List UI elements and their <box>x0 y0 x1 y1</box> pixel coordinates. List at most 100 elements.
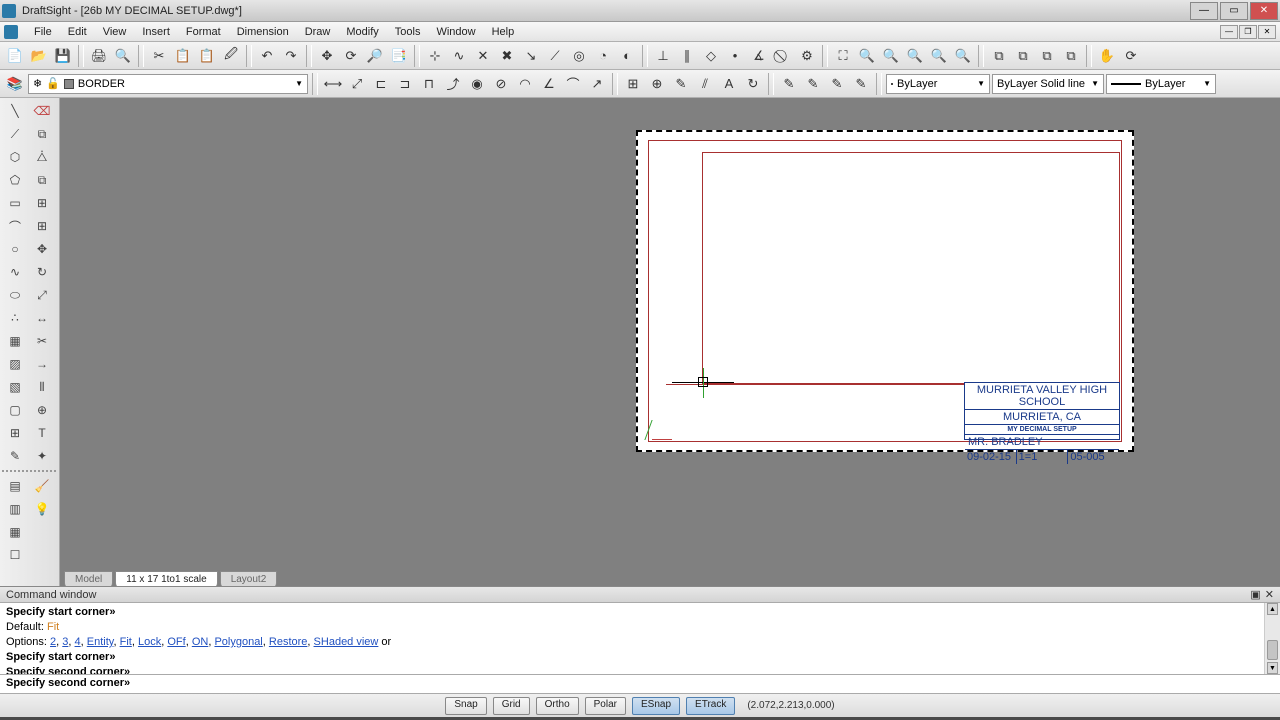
cmd-option[interactable]: Entity <box>87 636 114 648</box>
snap-none-icon[interactable]: ⃠ <box>772 45 794 67</box>
snap-intersect-icon[interactable]: ✕ <box>472 45 494 67</box>
dim-style2-icon[interactable]: ✎ <box>802 73 824 95</box>
offset-icon[interactable]: ⧉ <box>29 169 55 191</box>
dim-textedit-icon[interactable]: A <box>718 73 740 95</box>
menu-file[interactable]: File <box>26 24 60 40</box>
cmd-close-icon[interactable]: ✕ <box>1265 588 1274 601</box>
array-icon[interactable]: ⊞ <box>29 215 55 237</box>
block-icon[interactable]: ▦ <box>2 330 28 352</box>
extend-icon[interactable]: → <box>29 353 55 375</box>
dim-baseline-icon[interactable]: ⊐ <box>394 73 416 95</box>
rebuild-icon[interactable]: ⟳ <box>340 45 362 67</box>
snap-quadrant-icon[interactable]: ◔ <box>592 45 614 67</box>
dim-radius-icon[interactable]: ◉ <box>466 73 488 95</box>
redo-icon[interactable]: ↷ <box>280 45 302 67</box>
snap-perpendicular-icon[interactable]: ⊥ <box>652 45 674 67</box>
menu-insert[interactable]: Insert <box>134 24 178 40</box>
cmd-option[interactable]: 3 <box>62 636 68 648</box>
minimize-button[interactable]: — <box>1190 2 1218 20</box>
dim-aligned-icon[interactable]: ⤢ <box>346 73 368 95</box>
snap-insert-icon[interactable]: ◇ <box>700 45 722 67</box>
polyline-icon[interactable]: ⬡ <box>2 146 28 168</box>
layer-dropdown[interactable]: ❄ 🔓 BORDER ▼ <box>28 74 308 94</box>
app-menu-icon[interactable] <box>4 25 18 39</box>
zoom-out-icon[interactable]: 🔍 <box>952 45 974 67</box>
line-icon[interactable]: ╲ <box>2 100 28 122</box>
status-toggle-etrack[interactable]: ETrack <box>686 697 735 715</box>
cmd-option[interactable]: Lock <box>138 636 161 648</box>
tab-layout1[interactable]: 11 x 17 1to1 scale <box>115 571 217 586</box>
undo-icon[interactable]: ↶ <box>256 45 278 67</box>
move-icon[interactable]: ✥ <box>29 238 55 260</box>
cmd-option[interactable]: OFf <box>167 636 185 648</box>
open-icon[interactable]: 📂 <box>28 45 50 67</box>
save-icon[interactable]: 💾 <box>52 45 74 67</box>
split-icon[interactable]: ⦀ <box>29 376 55 398</box>
cmd-option[interactable]: Restore <box>269 636 308 648</box>
dim-leader-icon[interactable]: ↗ <box>586 73 608 95</box>
command-history[interactable]: Specify start corner» Default: Fit Optio… <box>0 603 1280 675</box>
status-toggle-polar[interactable]: Polar <box>585 697 626 715</box>
zoom-icon[interactable]: 🔎 <box>364 45 386 67</box>
cmd-option[interactable]: Polygonal <box>214 636 262 648</box>
zoom-selected-icon[interactable]: 🔍 <box>880 45 902 67</box>
infiniteline-icon[interactable]: ⟋ <box>2 123 28 145</box>
hatch-icon[interactable]: ▨ <box>2 353 28 375</box>
cut-icon[interactable]: ✂ <box>148 45 170 67</box>
snap-from-icon[interactable]: ∡ <box>748 45 770 67</box>
color-dropdown[interactable]: ByLayer ▼ <box>886 74 990 94</box>
menu-format[interactable]: Format <box>178 24 229 40</box>
dim-style4-icon[interactable]: ✎ <box>850 73 872 95</box>
snap-extension-icon[interactable]: ↘ <box>520 45 542 67</box>
linetype-dropdown[interactable]: ByLayer Solid line ▼ <box>992 74 1104 94</box>
gradient-icon[interactable]: ▧ <box>2 376 28 398</box>
close-button[interactable]: ✕ <box>1250 2 1278 20</box>
snap-parallel-icon[interactable]: ∥ <box>676 45 698 67</box>
cmd-autohide-icon[interactable]: ▣ <box>1250 588 1260 601</box>
regen-icon[interactable]: ⟳ <box>1120 45 1142 67</box>
rotate-icon[interactable]: ↻ <box>29 261 55 283</box>
mdi-close[interactable]: ✕ <box>1258 25 1276 39</box>
cmd-option[interactable]: 4 <box>75 636 81 648</box>
arc-icon[interactable]: ⌒ <box>2 215 28 237</box>
snap-nearest-icon[interactable]: ⟋ <box>544 45 566 67</box>
explode-icon[interactable]: ✦ <box>29 445 55 467</box>
region-icon[interactable]: ▢ <box>2 399 28 421</box>
menu-help[interactable]: Help <box>484 24 523 40</box>
dim-arc-icon[interactable]: ◠ <box>514 73 536 95</box>
circle-icon[interactable]: ○ <box>2 238 28 260</box>
snap-tangent-icon[interactable]: ◐ <box>616 45 638 67</box>
cmd-option[interactable]: Fit <box>120 636 132 648</box>
zoom-dynamic-icon[interactable]: ⧉ <box>1012 45 1034 67</box>
stretch-icon[interactable]: ↔ <box>29 307 55 329</box>
dim-linear-icon[interactable]: ⟷ <box>322 73 344 95</box>
note-icon[interactable]: ✎ <box>2 445 28 467</box>
command-input[interactable]: Specify second corner» <box>0 675 1280 693</box>
sheet-icon[interactable]: ▦ <box>2 521 28 543</box>
menu-window[interactable]: Window <box>428 24 483 40</box>
scale-icon[interactable]: ⤢ <box>29 284 55 306</box>
table-icon[interactable]: ⊞ <box>2 422 28 444</box>
rectangle-icon[interactable]: ▭ <box>2 192 28 214</box>
ref-icon[interactable]: ☐ <box>2 544 28 566</box>
paste-icon[interactable]: 📋 <box>196 45 218 67</box>
snap-center-icon[interactable]: ◎ <box>568 45 590 67</box>
dim-jogged-icon[interactable]: ⤴ <box>442 73 464 95</box>
menu-draw[interactable]: Draw <box>297 24 339 40</box>
dim-update-icon[interactable]: ↻ <box>742 73 764 95</box>
status-toggle-grid[interactable]: Grid <box>493 697 530 715</box>
properties-icon[interactable]: ▤ <box>2 475 28 497</box>
delete-icon[interactable]: ⌫ <box>29 100 55 122</box>
menu-modify[interactable]: Modify <box>338 24 386 40</box>
pan-icon[interactable]: ✥ <box>316 45 338 67</box>
zoom-fit-icon[interactable]: 🔍 <box>856 45 878 67</box>
trim-icon[interactable]: ✂ <box>29 330 55 352</box>
dim-ordinate-icon[interactable]: ⊏ <box>370 73 392 95</box>
scroll-thumb[interactable] <box>1267 640 1278 660</box>
copy-tool-icon[interactable]: ⧉ <box>29 123 55 145</box>
dim-center-icon[interactable]: ⊕ <box>646 73 668 95</box>
mdi-minimize[interactable]: — <box>1220 25 1238 39</box>
scroll-up-icon[interactable]: ▲ <box>1267 603 1278 615</box>
status-toggle-snap[interactable]: Snap <box>445 697 486 715</box>
dim-style1-icon[interactable]: ✎ <box>778 73 800 95</box>
